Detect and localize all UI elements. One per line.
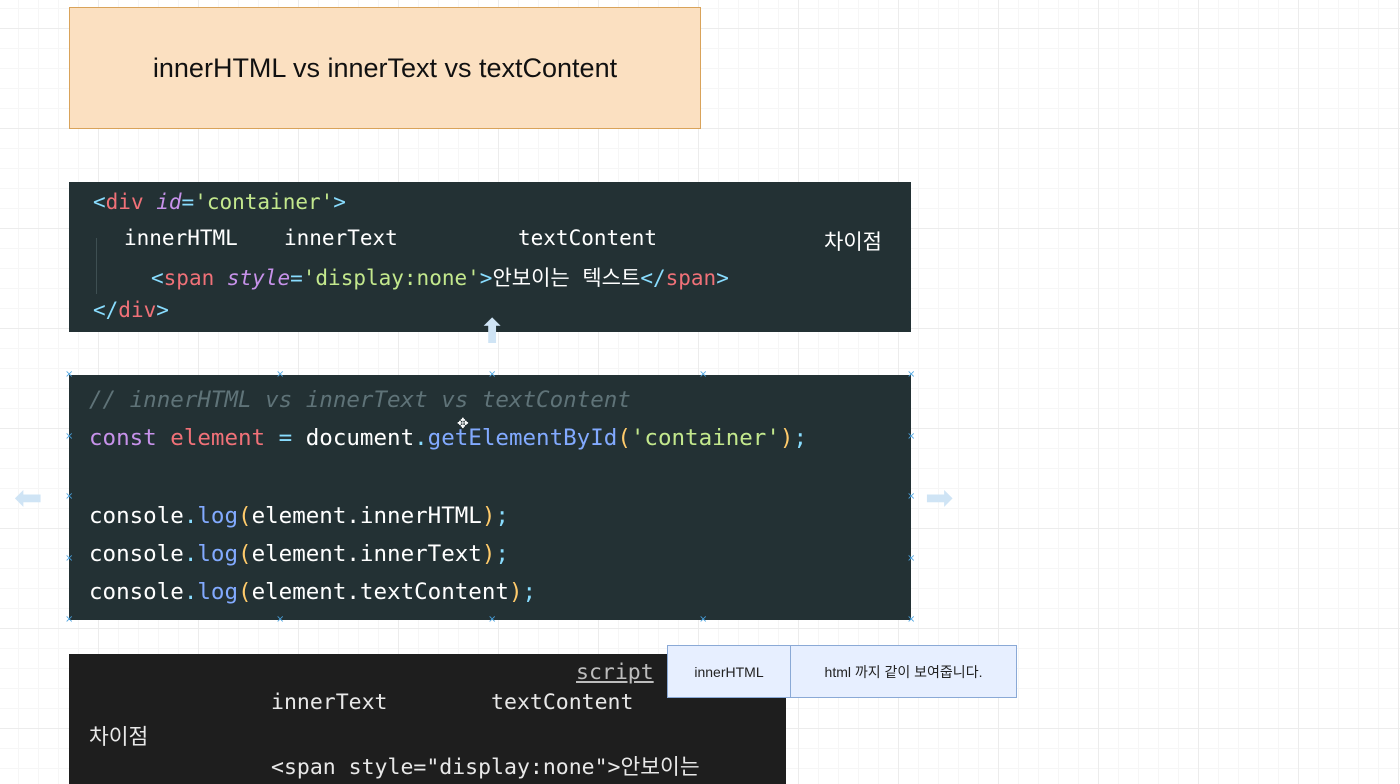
tooltip-term: innerHTML xyxy=(694,663,764,680)
html-line-span: <span style='display:none'>안보이는 텍스트</spa… xyxy=(151,266,729,290)
arrow-right-icon[interactable]: ➡ xyxy=(925,478,954,518)
arrow-left-icon[interactable]: ⬅ xyxy=(14,478,43,518)
html-line-text-2: innerText xyxy=(284,226,398,250)
title-box[interactable]: innerHTML vs innerText vs textContent xyxy=(69,7,701,129)
resize-handle-left-mid[interactable]: × xyxy=(65,492,73,502)
resize-handle-top-left[interactable]: × xyxy=(65,370,73,380)
js-declaration: const element = document.getElementById(… xyxy=(89,425,807,451)
resize-handle-right-3[interactable]: × xyxy=(907,554,915,564)
move-cursor-icon: ✥ xyxy=(457,416,469,432)
html-line-text-3: textContent xyxy=(518,226,657,250)
resize-handle-left-3[interactable]: × xyxy=(65,554,73,564)
html-line-text: innerHTML xyxy=(124,226,238,250)
word-textcontent: textContent xyxy=(518,226,658,250)
resize-handle-top-3[interactable]: × xyxy=(699,370,707,380)
tooltip-description: html 까지 같이 보여줍니다. xyxy=(824,663,983,680)
title-text: innerHTML vs innerText vs textContent xyxy=(152,52,618,83)
resize-handle-top-right[interactable]: × xyxy=(907,370,915,380)
resize-handle-bottom-right[interactable]: × xyxy=(907,615,915,625)
resize-handle-top-1[interactable]: × xyxy=(276,370,284,380)
html-line-div-close: </div> xyxy=(93,298,169,322)
resize-handle-right-1[interactable]: × xyxy=(907,432,915,442)
js-log-innertext: console.log(element.innerText); xyxy=(89,541,509,567)
tooltip-description-cell: html 까지 같이 보여줍니다. xyxy=(791,646,1016,697)
script-label[interactable]: script xyxy=(576,660,654,685)
resize-handle-bottom-1[interactable]: × xyxy=(276,615,284,625)
explanation-tooltip[interactable]: innerHTML html 까지 같이 보여줍니다. xyxy=(667,645,1017,698)
js-comment: // innerHTML vs innerText vs textContent xyxy=(89,387,631,413)
arrow-up-icon[interactable]: ⬆ xyxy=(478,312,507,352)
html-line-div-open: <div id='container'> xyxy=(93,190,346,214)
resize-handle-bottom-left[interactable]: × xyxy=(65,615,73,625)
resize-handle-bottom-3[interactable]: × xyxy=(699,615,707,625)
word-innerhtml: innerHTML xyxy=(124,226,238,250)
js-code-block[interactable]: // innerHTML vs innerText vs textContent… xyxy=(69,375,911,620)
word-innertext: innerText xyxy=(284,226,398,250)
output-line-3: <span style="display:none">안보이는 xyxy=(271,755,700,780)
resize-handle-bottom-mid[interactable]: × xyxy=(488,615,496,625)
js-log-textcontent: console.log(element.textContent); xyxy=(89,579,537,605)
html-line-text-4: 차이점 xyxy=(824,226,882,256)
js-log-innerhtml: console.log(element.innerHTML); xyxy=(89,503,509,529)
resize-handle-top-mid[interactable]: × xyxy=(488,370,496,380)
tooltip-term-cell: innerHTML xyxy=(668,646,791,697)
indent-guide xyxy=(96,238,97,294)
output-line-2: 차이점 xyxy=(89,725,149,750)
html-code-block[interactable]: <div id='container'> innerHTML innerText… xyxy=(69,182,911,332)
word-difference: 차이점 xyxy=(824,230,882,254)
output-line-1: innerText textContent xyxy=(271,690,634,715)
resize-handle-right-mid[interactable]: × xyxy=(907,492,915,502)
resize-handle-left-1[interactable]: × xyxy=(65,432,73,442)
